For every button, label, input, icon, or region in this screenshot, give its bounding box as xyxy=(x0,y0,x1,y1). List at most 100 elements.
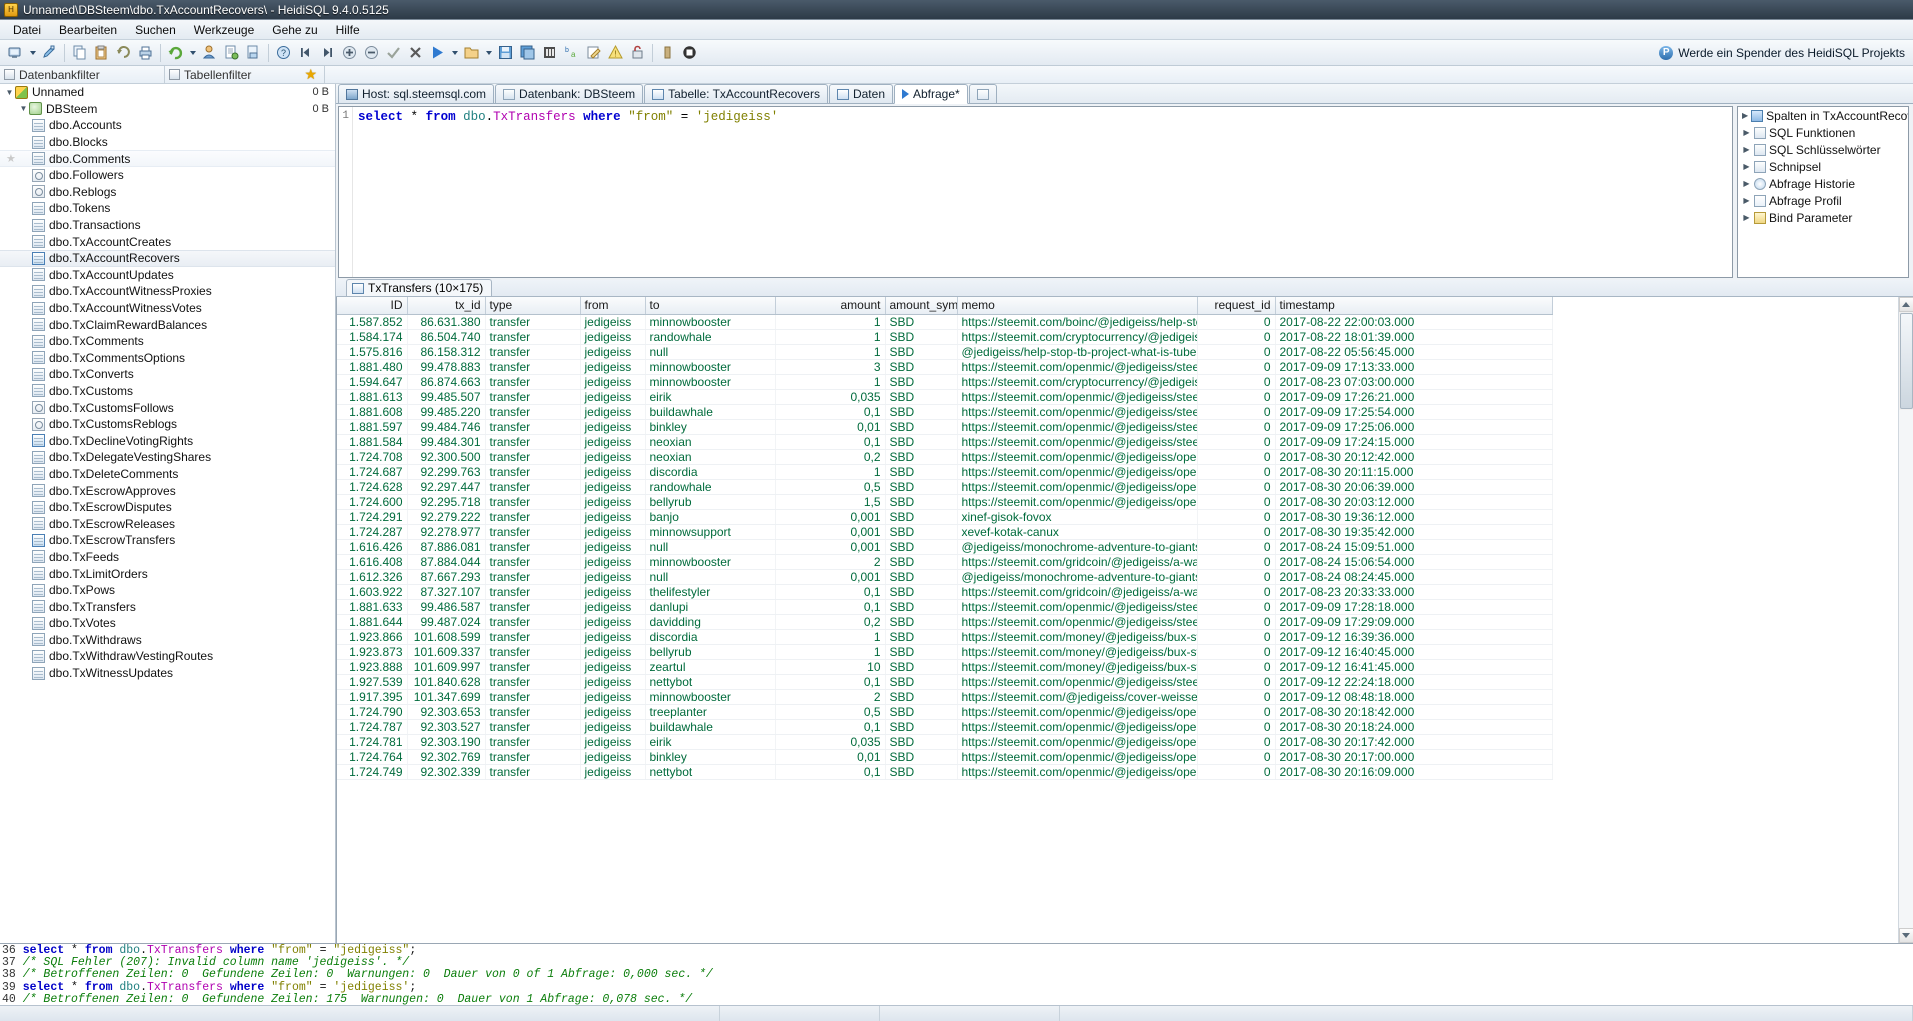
find-replace-icon[interactable] xyxy=(539,42,560,63)
cell-tx_id[interactable]: 101.840.628 xyxy=(407,674,486,690)
cell-to[interactable]: davidding xyxy=(645,614,776,630)
refresh-icon[interactable] xyxy=(165,42,186,63)
cell-request_id[interactable]: 0 xyxy=(1197,314,1276,330)
cell-ID[interactable]: 1.917.395 xyxy=(337,689,408,705)
cell-memo[interactable]: https://steemit.com/openmic/@jedigeiss/o… xyxy=(957,719,1198,735)
helper-item-spalten-in-txaccountrecov-[interactable]: ▶ Spalten in TxAccountRecov... xyxy=(1738,107,1908,124)
tree-item-dbo-txvotes[interactable]: dbo.TxVotes xyxy=(0,615,335,632)
cell-tx_id[interactable]: 86.158.312 xyxy=(407,344,486,360)
favorite-star-icon[interactable]: ★ xyxy=(6,152,16,165)
chevron-right-icon[interactable]: ▶ xyxy=(1742,196,1751,205)
cell-memo[interactable]: https://steemit.com/openmic/@jedigeiss/s… xyxy=(957,389,1198,405)
cell-amount[interactable]: 1 xyxy=(775,629,886,645)
cell-amount[interactable]: 0,1 xyxy=(775,584,886,600)
cell-memo[interactable]: https://steemit.com/openmic/@jedigeiss/s… xyxy=(957,419,1198,435)
table-row[interactable]: 1.594.647 86.874.663 transfer jedigeiss minn… xyxy=(337,374,1553,390)
cell-ID[interactable]: 1.881.597 xyxy=(337,419,408,435)
cell-amount_symbol[interactable]: SBD xyxy=(885,764,958,780)
table-row[interactable]: 1.923.888 101.609.997 transfer jedigeiss zea… xyxy=(337,659,1553,675)
helper-item-abfrage-historie[interactable]: ▶ Abfrage Historie xyxy=(1738,175,1908,192)
helper-item-sql-schl-sselw-rter[interactable]: ▶ SQL Schlüsselwörter xyxy=(1738,141,1908,158)
cell-to[interactable]: neoxian xyxy=(645,449,776,465)
tree-item-dbsteem[interactable]: ▼ DBSteem 0 B xyxy=(0,101,335,118)
result-grid[interactable]: IDtx_idtypefromtoamountamount_symbolmemo… xyxy=(337,297,1898,943)
tree-item-dbo-txcustomsreblogs[interactable]: dbo.TxCustomsReblogs xyxy=(0,416,335,433)
cell-request_id[interactable]: 0 xyxy=(1197,674,1276,690)
cell-type[interactable]: transfer xyxy=(485,509,581,525)
print-icon[interactable] xyxy=(135,42,156,63)
cell-to[interactable]: nettybot xyxy=(645,764,776,780)
cell-memo[interactable]: https://steemit.com/openmic/@jedigeiss/o… xyxy=(957,704,1198,720)
cell-amount_symbol[interactable]: SBD xyxy=(885,599,958,615)
table-row[interactable]: 1.927.539 101.840.628 transfer jedigeiss net… xyxy=(337,674,1553,690)
tree-item-dbo-txclaimrewardbalances[interactable]: dbo.TxClaimRewardBalances xyxy=(0,316,335,333)
cell-request_id[interactable]: 0 xyxy=(1197,524,1276,540)
cell-request_id[interactable]: 0 xyxy=(1197,554,1276,570)
cell-tx_id[interactable]: 87.886.081 xyxy=(407,539,486,555)
table-row[interactable]: 1.612.326 87.667.293 transfer jedigeiss null… xyxy=(337,569,1553,585)
cell-amount_symbol[interactable]: SBD xyxy=(885,479,958,495)
table-row[interactable]: 1.616.426 87.886.081 transfer jedigeiss null… xyxy=(337,539,1553,555)
cell-timestamp[interactable]: 2017-08-30 20:17:42.000 xyxy=(1275,734,1553,750)
cell-to[interactable]: null xyxy=(645,569,776,585)
cell-amount[interactable]: 1 xyxy=(775,644,886,660)
cell-from[interactable]: jedigeiss xyxy=(580,674,646,690)
tab-database[interactable]: Datenbank: DBSteem xyxy=(495,84,644,103)
column-header-timestamp[interactable]: timestamp xyxy=(1275,297,1553,315)
cell-tx_id[interactable]: 86.874.663 xyxy=(407,374,486,390)
table-row[interactable]: 1.603.922 87.327.107 transfer jedigeiss thel… xyxy=(337,584,1553,600)
helper-item-abfrage-profil[interactable]: ▶ Abfrage Profil xyxy=(1738,192,1908,209)
column-header-tx_id[interactable]: tx_id xyxy=(407,297,486,315)
cell-from[interactable]: jedigeiss xyxy=(580,569,646,585)
cell-tx_id[interactable]: 99.485.220 xyxy=(407,404,486,420)
cell-timestamp[interactable]: 2017-09-09 17:29:09.000 xyxy=(1275,614,1553,630)
table-row[interactable]: 1.724.749 92.302.339 transfer jedigeiss nett… xyxy=(337,764,1553,780)
cell-timestamp[interactable]: 2017-09-12 16:39:36.000 xyxy=(1275,629,1553,645)
tree-item-dbo-txescrowdisputes[interactable]: dbo.TxEscrowDisputes xyxy=(0,499,335,516)
blob-editor-icon[interactable] xyxy=(657,42,678,63)
cell-timestamp[interactable]: 2017-08-30 20:17:00.000 xyxy=(1275,749,1553,765)
cell-tx_id[interactable]: 92.302.769 xyxy=(407,749,486,765)
cell-amount_symbol[interactable]: SBD xyxy=(885,719,958,735)
chevron-right-icon[interactable]: ▶ xyxy=(1742,128,1751,137)
cell-tx_id[interactable]: 92.303.527 xyxy=(407,719,486,735)
save-all-icon[interactable] xyxy=(517,42,538,63)
cell-from[interactable]: jedigeiss xyxy=(580,599,646,615)
cell-to[interactable]: minnowsupport xyxy=(645,524,776,540)
first-row-icon[interactable] xyxy=(295,42,316,63)
cell-ID[interactable]: 1.724.600 xyxy=(337,494,408,510)
cell-timestamp[interactable]: 2017-09-12 08:48:18.000 xyxy=(1275,689,1553,705)
column-header-from[interactable]: from xyxy=(580,297,646,315)
chevron-right-icon[interactable]: ▶ xyxy=(1742,162,1751,171)
column-header-type[interactable]: type xyxy=(485,297,581,315)
format-sql-icon[interactable]: ba xyxy=(561,42,582,63)
cell-type[interactable]: transfer xyxy=(485,764,581,780)
cell-to[interactable]: null xyxy=(645,344,776,360)
grid-vertical-scrollbar[interactable] xyxy=(1898,297,1913,943)
cell-from[interactable]: jedigeiss xyxy=(580,659,646,675)
tab-query[interactable]: Abfrage* xyxy=(894,84,968,104)
cell-tx_id[interactable]: 92.303.653 xyxy=(407,704,486,720)
cell-tx_id[interactable]: 99.484.746 xyxy=(407,419,486,435)
tree-expander-icon[interactable]: ▼ xyxy=(4,88,15,97)
cell-request_id[interactable]: 0 xyxy=(1197,434,1276,450)
cell-type[interactable]: transfer xyxy=(485,674,581,690)
cell-type[interactable]: transfer xyxy=(485,704,581,720)
cell-from[interactable]: jedigeiss xyxy=(580,389,646,405)
table-row[interactable]: 1.881.608 99.485.220 transfer jedigeiss buil… xyxy=(337,404,1553,420)
cell-amount[interactable]: 3 xyxy=(775,359,886,375)
cell-amount_symbol[interactable]: SBD xyxy=(885,494,958,510)
cell-request_id[interactable]: 0 xyxy=(1197,689,1276,705)
cell-request_id[interactable]: 0 xyxy=(1197,734,1276,750)
cell-memo[interactable]: https://steemit.com/gridcoin/@jedigeiss/… xyxy=(957,584,1198,600)
cell-memo[interactable]: https://steemit.com/openmic/@jedigeiss/s… xyxy=(957,599,1198,615)
column-header-ID[interactable]: ID xyxy=(337,297,408,315)
cell-type[interactable]: transfer xyxy=(485,359,581,375)
cell-request_id[interactable]: 0 xyxy=(1197,629,1276,645)
open-file-icon[interactable] xyxy=(461,42,482,63)
cell-memo[interactable]: https://steemit.com/openmic/@jedigeiss/o… xyxy=(957,479,1198,495)
cell-memo[interactable]: https://steemit.com/openmic/@jedigeiss/s… xyxy=(957,359,1198,375)
table-row[interactable]: 1.881.480 99.478.883 transfer jedigeiss minn… xyxy=(337,359,1553,375)
cell-amount_symbol[interactable]: SBD xyxy=(885,464,958,480)
column-header-request_id[interactable]: request_id xyxy=(1197,297,1276,315)
